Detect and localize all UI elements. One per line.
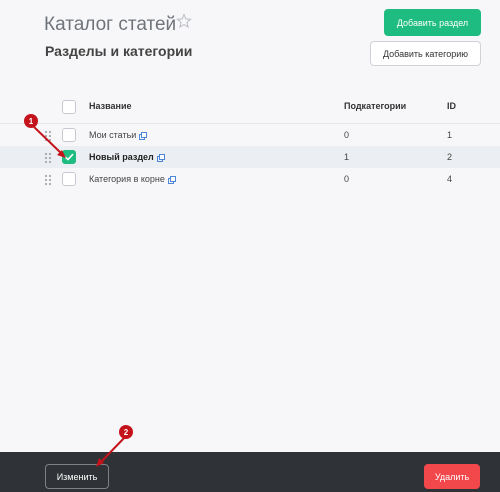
annotation-marker: 1	[24, 114, 38, 128]
annotation-marker: 2	[119, 425, 133, 439]
annotation-arrows	[32, 125, 127, 467]
